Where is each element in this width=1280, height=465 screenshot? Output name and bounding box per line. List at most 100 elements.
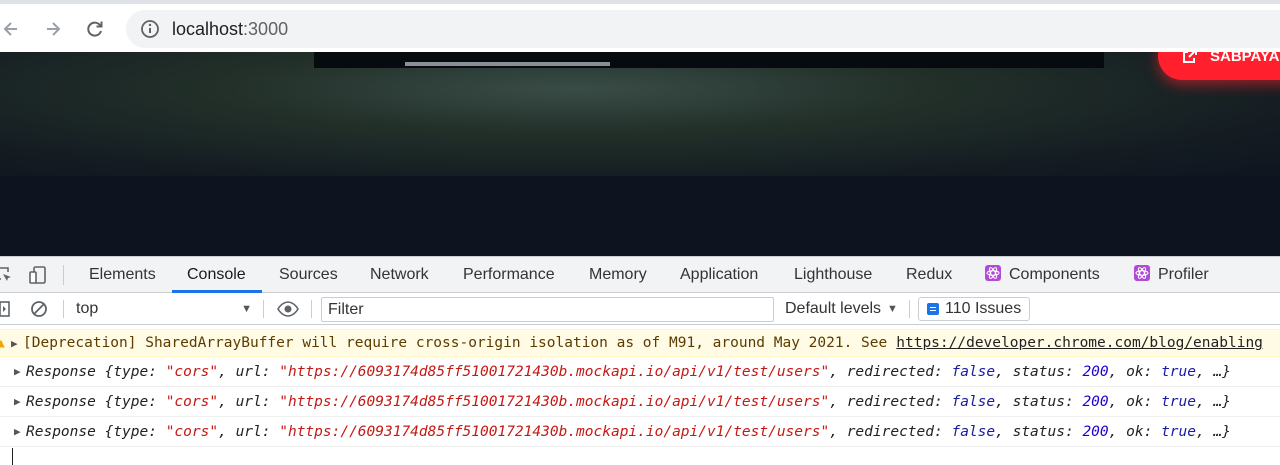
log-key: redirected: [846, 393, 934, 410]
arrow-right-icon: [47, 22, 61, 36]
context-selector[interactable]: top ▼: [76, 298, 256, 320]
log-value: false: [951, 423, 996, 440]
console-log-row[interactable]: ▶ Response {type: "cors", url: "https://…: [0, 417, 1280, 447]
external-link-icon: [1183, 52, 1197, 63]
filterbar-divider: [263, 300, 264, 318]
tab-profiler[interactable]: Profiler: [1134, 257, 1209, 292]
console-warning-row[interactable]: ▲ ▶ [Deprecation] SharedArrayBuffer will…: [0, 329, 1280, 357]
log-key: type: [113, 423, 149, 440]
log-value: "https://6093174d85ff51001721430b.mockap…: [279, 393, 830, 410]
comma: ,: [218, 423, 236, 440]
comma: ,: [1195, 423, 1214, 440]
filterbar-divider: [311, 300, 312, 318]
console-filter-bar: top ▼ Default levels ▼ 110 Issues: [0, 293, 1280, 325]
comma: ,: [1108, 393, 1127, 410]
log-key: status: [1012, 363, 1065, 380]
comma: ,: [995, 363, 1013, 380]
console-prompt-cursor[interactable]: [12, 448, 13, 465]
arrow-left-icon: [3, 22, 17, 36]
console-filter-input[interactable]: [321, 297, 774, 322]
back-button[interactable]: [0, 14, 26, 44]
colon: :: [261, 363, 280, 380]
filterbar-divider: [63, 300, 64, 318]
log-value: true: [1161, 363, 1196, 380]
tab-components[interactable]: Components: [985, 257, 1100, 292]
comma: ,: [1195, 393, 1214, 410]
eye-icon[interactable]: [277, 300, 299, 318]
issues-button[interactable]: 110 Issues: [918, 297, 1030, 321]
forward-button[interactable]: [38, 14, 68, 44]
expand-triangle-icon[interactable]: ▶: [14, 365, 26, 378]
filterbar-divider: [909, 300, 910, 318]
expand-triangle-icon[interactable]: ▶: [14, 395, 26, 408]
react-icon: [1134, 265, 1150, 281]
colon: :: [934, 363, 952, 380]
tab-application[interactable]: Application: [680, 257, 758, 292]
log-value: "cors": [165, 393, 219, 410]
log-value: true: [1161, 393, 1196, 410]
brace-open: {: [104, 363, 114, 380]
info-icon[interactable]: [140, 19, 160, 39]
comma: ,: [995, 423, 1013, 440]
url-text: localhost:3000: [172, 19, 288, 40]
address-bar[interactable]: localhost:3000: [126, 10, 1280, 48]
comma: ,: [995, 393, 1013, 410]
log-value: "https://6093174d85ff51001721430b.mockap…: [279, 423, 830, 440]
caret-down-icon: ▼: [241, 303, 252, 315]
colon: :: [934, 393, 952, 410]
inspect-element-icon[interactable]: [0, 265, 14, 285]
tab-label: Lighthouse: [794, 266, 873, 283]
clear-console-icon[interactable]: [30, 300, 48, 318]
tab-label: Sources: [279, 266, 338, 283]
expand-triangle-icon[interactable]: ▶: [14, 425, 26, 438]
tab-elements[interactable]: Elements: [89, 257, 156, 292]
log-key: redirected: [846, 363, 934, 380]
warning-link[interactable]: https://developer.chrome.com/blog/enabli…: [896, 335, 1263, 351]
log-levels-dropdown[interactable]: Default levels ▼: [785, 298, 898, 320]
tab-network[interactable]: Network: [370, 257, 429, 292]
reload-button[interactable]: [80, 14, 110, 44]
log-key: url: [235, 363, 262, 380]
log-value: "https://6093174d85ff51001721430b.mockap…: [279, 363, 830, 380]
comma: ,: [1195, 363, 1214, 380]
sidebar-toggle-icon[interactable]: [0, 300, 12, 318]
cta-label: SABPAYA: [1210, 52, 1280, 65]
device-toolbar-icon[interactable]: [28, 265, 48, 285]
log-key: ok: [1126, 393, 1144, 410]
cta-button[interactable]: SABPAYA: [1158, 52, 1280, 80]
tab-lighthouse[interactable]: Lighthouse: [794, 257, 872, 292]
tabbar-divider: [63, 265, 64, 285]
console-log-row[interactable]: ▶ Response {type: "cors", url: "https://…: [0, 357, 1280, 387]
colon: :: [1064, 363, 1083, 380]
tab-sources[interactable]: Sources: [279, 257, 338, 292]
log-key: redirected: [846, 423, 934, 440]
colon: :: [148, 393, 166, 410]
log-ellipsis: …}: [1213, 363, 1231, 380]
colon: :: [1064, 393, 1083, 410]
comma: ,: [218, 363, 236, 380]
log-value: "cors": [165, 363, 219, 380]
browser-toolbar: localhost:3000: [0, 0, 1280, 52]
reload-icon: [87, 21, 103, 37]
url-host: localhost: [172, 18, 244, 39]
tab-label: Components: [1009, 266, 1100, 283]
expand-triangle-icon[interactable]: ▶: [11, 337, 23, 350]
log-key: status: [1012, 393, 1065, 410]
url-port: :3000: [243, 18, 289, 39]
console-log-row[interactable]: ▶ Response {type: "cors", url: "https://…: [0, 387, 1280, 417]
comma: ,: [1108, 423, 1127, 440]
comma: ,: [829, 423, 847, 440]
colon: :: [1143, 393, 1162, 410]
tab-memory[interactable]: Memory: [589, 257, 647, 292]
levels-label: Default levels: [785, 300, 882, 317]
log-key: status: [1012, 423, 1065, 440]
tab-redux[interactable]: Redux: [906, 257, 952, 292]
log-value: 200: [1082, 393, 1109, 410]
tab-performance[interactable]: Performance: [463, 257, 555, 292]
colon: :: [261, 423, 280, 440]
tab-label: Network: [370, 266, 429, 283]
tab-label: Console: [187, 266, 246, 283]
comma: ,: [218, 393, 236, 410]
colon: :: [148, 423, 166, 440]
tab-console[interactable]: Console: [187, 257, 246, 292]
